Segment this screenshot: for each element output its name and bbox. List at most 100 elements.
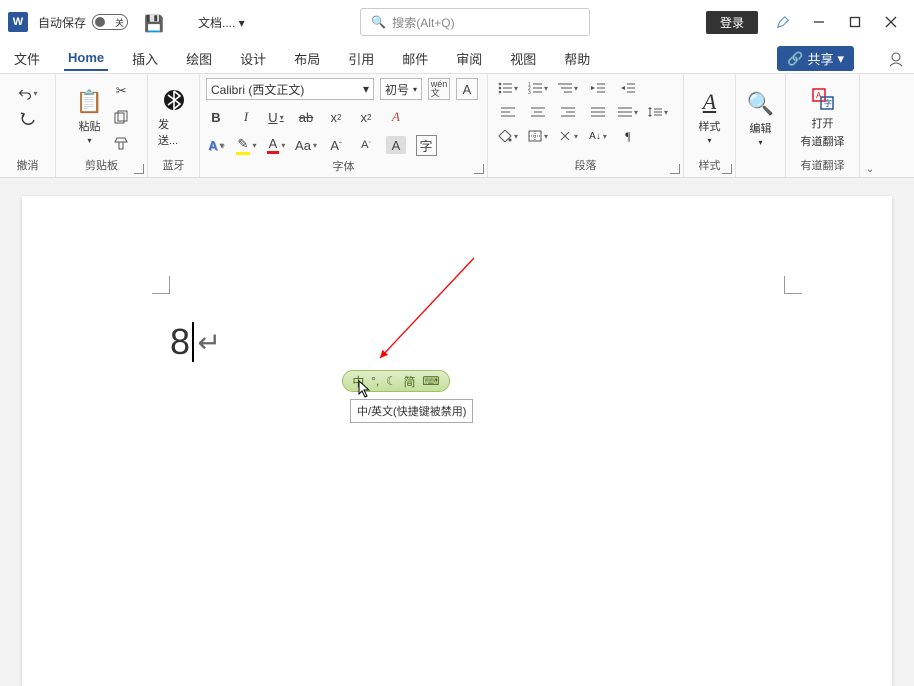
clipboard-dialog-launcher[interactable] xyxy=(134,164,144,174)
tab-view[interactable]: 视图 xyxy=(506,45,540,72)
autosave-toggle[interactable]: 关 xyxy=(92,14,128,30)
ime-punct-icon[interactable]: °, xyxy=(371,374,379,388)
document-name[interactable]: 文档.... ▾ xyxy=(198,14,245,31)
text-content: 8 xyxy=(170,321,190,363)
styles-button[interactable]: A 样式 ▾ xyxy=(695,86,725,147)
asian-layout-button[interactable] xyxy=(558,128,578,144)
font-name-select[interactable]: Calibri (西文正文)▾ xyxy=(206,78,374,100)
char-shading-button[interactable]: 字 xyxy=(416,136,436,154)
chevron-down-icon: ▾ xyxy=(707,136,711,145)
bluetooth-icon xyxy=(163,86,185,114)
search-box[interactable]: 🔍 搜索(Alt+Q) xyxy=(360,8,590,36)
char-border-button[interactable]: A xyxy=(456,78,478,100)
underline-button[interactable]: U xyxy=(266,108,286,126)
enclose-char-button[interactable]: A xyxy=(386,136,406,154)
font-color-button[interactable]: A xyxy=(266,136,286,154)
group-paragraph: 123 A↓ ¶ 段落 xyxy=(488,74,684,177)
distributed-button[interactable] xyxy=(618,104,638,120)
comments-icon[interactable] xyxy=(888,51,904,67)
clear-formatting-button[interactable]: A xyxy=(386,108,406,126)
maximize-button[interactable] xyxy=(848,15,862,29)
strikethrough-button[interactable]: ab xyxy=(296,108,316,126)
tab-home[interactable]: Home xyxy=(64,46,108,71)
italic-button[interactable]: I xyxy=(236,108,256,126)
font-name-value: Calibri (西文正文) xyxy=(211,81,304,98)
phonetic-guide-button[interactable]: wén文 xyxy=(428,78,450,100)
tab-references[interactable]: 引用 xyxy=(344,45,378,72)
align-center-button[interactable] xyxy=(528,104,548,120)
redo-button[interactable] xyxy=(18,110,38,128)
group-label-bluetooth: 蓝牙 xyxy=(154,155,193,175)
chevron-down-icon: ▾ xyxy=(837,51,844,67)
subscript-button[interactable]: x2 xyxy=(326,108,346,126)
margin-mark-tr xyxy=(784,276,802,294)
text-cursor xyxy=(192,322,194,362)
tab-design[interactable]: 设计 xyxy=(236,45,270,72)
annotation-arrow xyxy=(370,254,478,366)
close-button[interactable] xyxy=(884,15,898,29)
multilevel-list-button[interactable] xyxy=(558,80,578,96)
paragraph-mark-icon: ↵ xyxy=(198,326,221,359)
tab-insert[interactable]: 插入 xyxy=(128,45,162,72)
shading-button[interactable] xyxy=(498,128,518,144)
change-case-button[interactable]: Aa xyxy=(296,136,316,154)
group-styles: A 样式 ▾ 样式 xyxy=(684,74,736,177)
document-content[interactable]: 8 ↵ xyxy=(170,321,221,363)
translate-button[interactable]: A字 打开 有道翻译 xyxy=(797,83,849,151)
bullets-button[interactable] xyxy=(498,80,518,96)
sort-button[interactable]: A↓ xyxy=(588,128,608,144)
shrink-font-button[interactable]: Aˇ xyxy=(356,136,376,154)
ime-moon-icon[interactable]: ☾ xyxy=(386,374,397,388)
grow-font-button[interactable]: Aˆ xyxy=(326,136,346,154)
font-dialog-launcher[interactable] xyxy=(474,164,484,174)
share-label: 共享 xyxy=(807,49,833,68)
styles-dialog-launcher[interactable] xyxy=(722,164,732,174)
login-button[interactable]: 登录 xyxy=(706,11,758,34)
copy-button[interactable] xyxy=(111,108,131,126)
numbering-button[interactable]: 123 xyxy=(528,80,548,96)
superscript-button[interactable]: x2 xyxy=(356,108,376,126)
tab-file[interactable]: 文件 xyxy=(10,45,44,72)
ime-tooltip: 中/英文(快捷键被禁用) xyxy=(350,399,473,423)
bluetooth-send-button[interactable]: 发送... xyxy=(154,84,193,150)
edit-button[interactable]: 🔍 编辑 ▾ xyxy=(743,88,778,149)
ime-simp-trad-icon[interactable]: 简 xyxy=(403,373,415,390)
text-effects-button[interactable]: A xyxy=(206,136,226,154)
format-painter-button[interactable] xyxy=(111,134,131,152)
font-size-select[interactable]: 初号▾ xyxy=(380,78,422,100)
line-spacing-button[interactable] xyxy=(648,104,668,120)
tab-mailings[interactable]: 邮件 xyxy=(398,45,432,72)
paragraph-dialog-launcher[interactable] xyxy=(670,164,680,174)
svg-text:A: A xyxy=(816,91,822,100)
share-button[interactable]: 🔗 共享 ▾ xyxy=(777,46,854,71)
search-icon: 🔍 xyxy=(371,15,386,29)
justify-button[interactable] xyxy=(588,104,608,120)
decrease-indent-button[interactable] xyxy=(588,80,608,96)
collapse-ribbon-button[interactable]: ⌄ xyxy=(866,164,874,175)
align-left-button[interactable] xyxy=(498,104,518,120)
tab-review[interactable]: 审阅 xyxy=(452,45,486,72)
ime-keyboard-icon[interactable]: ⌨ xyxy=(422,374,439,388)
pen-icon[interactable] xyxy=(776,15,790,29)
tab-help[interactable]: 帮助 xyxy=(560,45,594,72)
tab-layout[interactable]: 布局 xyxy=(290,45,324,72)
save-icon[interactable]: 💾 xyxy=(144,14,160,30)
paste-button[interactable]: 📋 粘贴 ▾ xyxy=(72,86,107,147)
group-edit: 🔍 编辑 ▾ xyxy=(736,74,786,177)
borders-button[interactable] xyxy=(528,128,548,144)
group-label-clipboard: 剪贴板 xyxy=(62,155,141,175)
tab-draw[interactable]: 绘图 xyxy=(182,45,216,72)
undo-button[interactable] xyxy=(18,84,38,102)
show-marks-button[interactable]: ¶ xyxy=(618,128,638,144)
styles-icon: A xyxy=(703,88,716,116)
minimize-button[interactable] xyxy=(812,15,826,29)
cut-button[interactable]: ✂ xyxy=(111,82,131,100)
increase-indent-button[interactable] xyxy=(618,80,638,96)
page[interactable]: 8 ↵ 中 °, ☾ 简 ⌨ 中/英文(快捷键被禁用) xyxy=(22,196,892,686)
align-right-button[interactable] xyxy=(558,104,578,120)
bold-button[interactable]: B xyxy=(206,108,226,126)
highlight-button[interactable]: ✎ xyxy=(236,136,256,154)
group-clipboard: 📋 粘贴 ▾ ✂ 剪贴板 xyxy=(56,74,148,177)
bluetooth-send-label: 发送... xyxy=(158,116,189,148)
find-icon: 🔍 xyxy=(747,90,774,118)
